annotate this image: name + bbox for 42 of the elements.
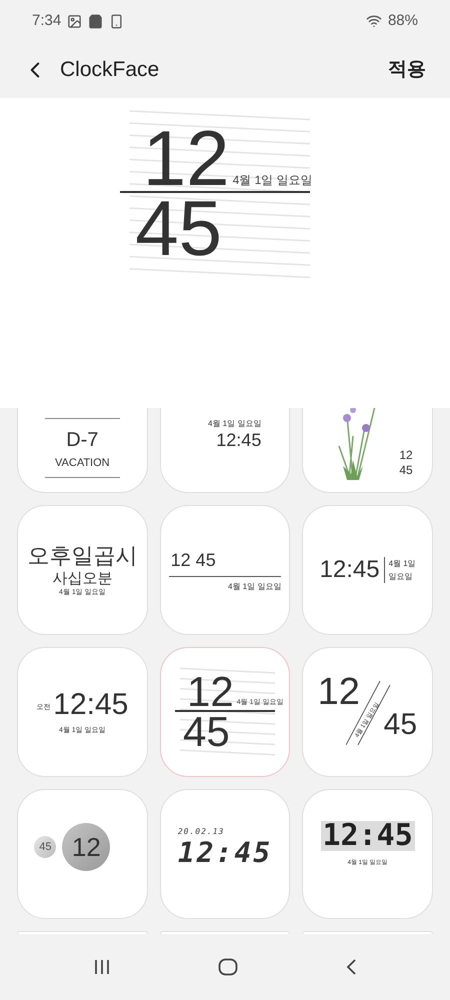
time-text: 12:45 xyxy=(178,838,272,868)
date-text: 4월 1일 일요일 xyxy=(208,418,262,430)
event-label: VACATION xyxy=(55,456,110,471)
minute-bubble: 45 xyxy=(34,836,56,858)
time-text: 12:45 xyxy=(53,688,128,722)
date-text: 4월 1일 일요일 xyxy=(232,172,313,190)
home-button[interactable] xyxy=(218,958,238,976)
clock-face-card[interactable]: 20.02.13 12:45 xyxy=(160,789,290,919)
app-title: ClockFace xyxy=(60,57,160,84)
hour-bubble: 12 xyxy=(62,823,110,871)
clock-face-card[interactable]: D-7 VACATION xyxy=(17,408,148,493)
time-text: 12:45 xyxy=(216,430,262,450)
hour-text: 12 xyxy=(399,448,413,463)
bag-icon xyxy=(88,14,104,28)
date-text: 20.02.13 xyxy=(178,826,226,838)
recent-apps-button[interactable] xyxy=(93,959,112,975)
phone-icon xyxy=(109,14,124,28)
minute-text: 사십오분 xyxy=(52,570,112,588)
minute-text: 45 xyxy=(399,463,413,478)
minute-text: 45 xyxy=(384,707,418,743)
minute-text: 45 xyxy=(182,708,230,754)
date-text: 4월 1일 xyxy=(388,558,416,570)
status-time: 7:34 xyxy=(32,10,62,31)
time-text: 12:45 xyxy=(320,555,380,585)
countdown-text: D-7 xyxy=(66,428,98,453)
back-nav-button[interactable] xyxy=(344,958,357,976)
time-text: 12 45 xyxy=(170,549,217,572)
battery-percent: 88% xyxy=(388,10,418,31)
gallery-icon xyxy=(67,14,82,28)
time-text: 12:45 xyxy=(320,820,415,850)
weekday-text: 일요일 xyxy=(388,571,414,583)
wifi-icon xyxy=(366,13,382,29)
hour-text: 오후일곱시 xyxy=(27,542,138,570)
clock-face-card[interactable]: 12 45 4월 1일 일요일 xyxy=(160,505,290,635)
hour-text: 12 xyxy=(186,674,234,710)
clock-face-card[interactable]: 4월 1일 일요일 12:45 xyxy=(160,408,290,493)
apply-button[interactable]: 적용 xyxy=(388,56,426,84)
date-text: 4월 1일 일요일 xyxy=(228,581,282,593)
hour-text: 12 xyxy=(318,674,360,710)
clock-face-card[interactable]: 45 12 xyxy=(17,789,148,919)
clock-face-card[interactable]: 12:45 4월 1일 일요일 xyxy=(302,505,433,635)
clock-face-card[interactable]: 12 45 xyxy=(302,408,433,493)
